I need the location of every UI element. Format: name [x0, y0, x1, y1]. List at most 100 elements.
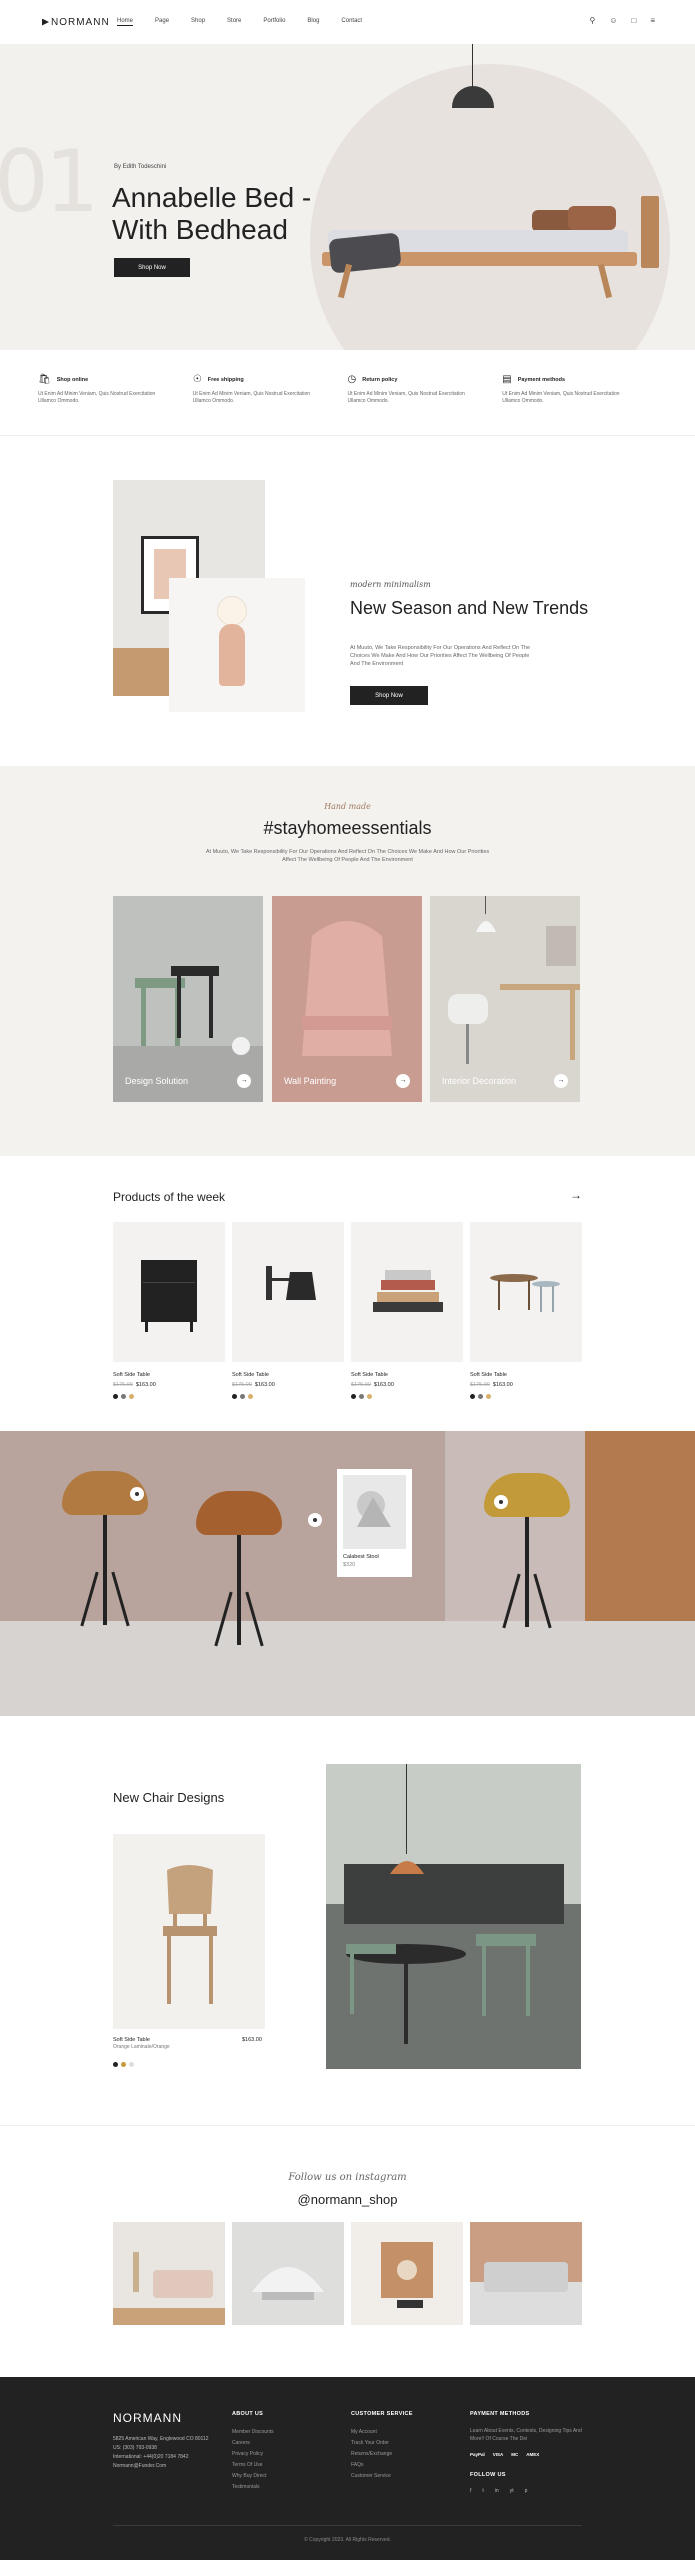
twitter-icon[interactable]: t — [482, 2486, 483, 2497]
instagram-icon[interactable]: in — [495, 2486, 499, 2497]
trays-image — [351, 1222, 463, 1362]
footer-column-title: CUSTOMER SERVICE — [351, 2411, 413, 2417]
new-chair-section: New Chair Designs Soft Side Table Orange… — [0, 1716, 695, 2126]
youtube-icon[interactable]: yt — [510, 2486, 514, 2497]
footer-link[interactable]: Track Your Order — [351, 2438, 413, 2449]
footer-service-column: CUSTOMER SERVICE My Account Track Your O… — [351, 2411, 413, 2482]
feature-title: Return policy — [362, 376, 398, 383]
product-name[interactable]: Soft Side Table — [232, 1372, 344, 1378]
category-label: Interior Decoration — [442, 1076, 517, 1086]
product-card[interactable]: Soft Side Table $175.00 $163.00 — [232, 1222, 344, 1399]
page: NORMANN Home Page Shop Store Portfolio B… — [0, 0, 695, 2560]
nav-home[interactable]: Home — [117, 18, 134, 26]
footer-link[interactable]: Careers — [232, 2438, 274, 2449]
card-icon: ▤ — [502, 374, 512, 385]
category-design-solution[interactable]: Design Solution → — [113, 896, 263, 1102]
product-price: $163.00 — [492, 1382, 513, 1388]
facebook-icon[interactable]: f — [470, 2486, 471, 2497]
footer-link[interactable]: Testimonials — [232, 2482, 274, 2493]
site-footer: NORMANN 5825 American Way, Englewood CO … — [0, 2377, 695, 2560]
product-price: $163.00 — [373, 1382, 394, 1388]
footer-link[interactable]: Privacy Policy — [232, 2449, 274, 2460]
footer-payment-column: PAYMENT METHODS Learn About Events, Cont… — [470, 2411, 590, 2497]
nav-contact[interactable]: Contact — [341, 18, 362, 26]
feature-title: Shop online — [56, 376, 89, 383]
payment-logos: PayPal VISA MC AMEX — [470, 2449, 590, 2460]
product-old-price: $175.00 — [232, 1382, 252, 1388]
cart-icon[interactable]: □ — [631, 17, 636, 25]
footer-logo[interactable]: NORMANN — [113, 2411, 182, 2425]
features-row: 🛍 Shop online Ut Enim Ad Minim Veniam, Qu… — [0, 350, 695, 436]
hero-shop-now-button[interactable]: Shop Now — [114, 258, 190, 277]
menu-icon[interactable]: ≡ — [650, 17, 655, 25]
products-title: Products of the week — [113, 1190, 226, 1204]
instagram-handle[interactable]: @normann_shop — [0, 2192, 695, 2207]
pinterest-icon[interactable]: p — [525, 2486, 528, 2497]
wood-table — [113, 648, 173, 696]
arrow-right-icon[interactable]: → — [554, 1074, 568, 1088]
arrow-right-icon[interactable]: → — [396, 1074, 410, 1088]
footer-intl-phone[interactable]: International: +44(0)20 7184 7842 — [113, 2453, 223, 2462]
logo-mark-icon — [42, 18, 49, 26]
nav-store[interactable]: Store — [227, 18, 241, 26]
feature-payment-methods: ▤ Payment methods Ut Enim Ad Minim Veniam… — [502, 374, 657, 435]
category-interior-decoration[interactable]: Interior Decoration → — [430, 896, 580, 1102]
footer-link[interactable]: Terms Of Use — [232, 2460, 274, 2471]
product-card[interactable]: Soft Side Table $175.00 $163.00 — [470, 1222, 582, 1399]
nav-shop[interactable]: Shop — [191, 18, 205, 26]
footer-column-title: FOLLOW US — [470, 2472, 506, 2478]
arrow-right-icon[interactable]: → — [237, 1074, 251, 1088]
season-title: New Season and New Trends — [350, 598, 589, 618]
popup-product-price: $320 — [343, 1562, 356, 1568]
instagram-photo[interactable] — [351, 2222, 463, 2325]
season-script-label: modern minimalism — [350, 580, 431, 589]
nav-portfolio[interactable]: Portfolio — [263, 18, 285, 26]
instagram-photo[interactable] — [470, 2222, 582, 2325]
popup-product-name[interactable]: Calabest Stool — [343, 1554, 406, 1560]
product-card[interactable]: Soft Side Table $175.00 $163.00 — [113, 1222, 225, 1399]
product-popup-card[interactable]: Calabest Stool $320 — [337, 1469, 412, 1577]
user-icon[interactable]: ☺ — [609, 17, 617, 25]
instagram-photo[interactable] — [232, 2222, 344, 2325]
hotspot-marker[interactable] — [308, 1513, 322, 1527]
chair-product-image[interactable] — [113, 1834, 265, 2029]
footer-email[interactable]: Normann@Funder.Com — [113, 2462, 223, 2471]
category-label: Design Solution — [125, 1076, 189, 1086]
product-name[interactable]: Soft Side Table — [113, 1372, 225, 1378]
footer-link[interactable]: Customer Service — [351, 2471, 413, 2482]
product-name[interactable]: Soft Side Table — [351, 1372, 463, 1378]
hotspot-marker[interactable] — [130, 1487, 144, 1501]
copyright: © Copyright 2023. All Rights Reserved. — [304, 2537, 391, 2543]
arrow-right-icon[interactable]: → — [570, 1188, 582, 1202]
instagram-photo[interactable] — [113, 2222, 225, 2325]
footer-column-title: ABOUT US — [232, 2411, 264, 2417]
product-card[interactable]: Soft Side Table $175.00 $163.00 — [351, 1222, 463, 1399]
logo[interactable]: NORMANN — [42, 17, 117, 28]
footer-link[interactable]: Member Discounts — [232, 2427, 274, 2438]
footer-phone[interactable]: US: (303) 793-0938 — [113, 2444, 223, 2453]
nav-page[interactable]: Page — [155, 18, 169, 26]
season-text: At Muuto, We Take Responsibility For Our… — [350, 645, 531, 667]
footer-link[interactable]: My Account — [351, 2427, 413, 2438]
feature-text: Ut Enim Ad Minim Veniam, Quis Nostrud Ex… — [347, 391, 465, 404]
footer-column-title: PAYMENT METHODS — [470, 2411, 530, 2417]
products-of-week-section: Products of the week → Soft Side Table $… — [0, 1156, 695, 1431]
footer-link[interactable]: FAQs — [351, 2460, 413, 2471]
lookbook-banner: Calabest Stool $320 — [0, 1431, 695, 1716]
category-wall-painting[interactable]: Wall Painting → — [272, 896, 422, 1102]
stay-text: At Muuto, We Take Responsibility For Our… — [205, 849, 490, 863]
product-name[interactable]: Soft Side Table — [470, 1372, 582, 1378]
site-header: NORMANN Home Page Shop Store Portfolio B… — [0, 0, 695, 44]
footer-about-column: ABOUT US Member Discounts Careers Privac… — [232, 2411, 274, 2493]
search-icon[interactable]: ⚲ — [589, 17, 595, 25]
hotspot-marker[interactable] — [494, 1495, 508, 1509]
footer-link[interactable]: Why Buy Direct — [232, 2471, 274, 2482]
new-season-section: modern minimalism New Season and New Tre… — [0, 436, 695, 766]
visa-icon: VISA — [492, 2452, 504, 2457]
paypal-icon: PayPal — [470, 2452, 485, 2457]
chair-name[interactable]: Soft Side Table — [113, 2037, 150, 2043]
season-shop-now-button[interactable]: Shop Now — [350, 686, 428, 705]
footer-divider — [113, 2525, 582, 2526]
nav-blog[interactable]: Blog — [307, 18, 319, 26]
footer-link[interactable]: Returns/Exchange — [351, 2449, 413, 2460]
